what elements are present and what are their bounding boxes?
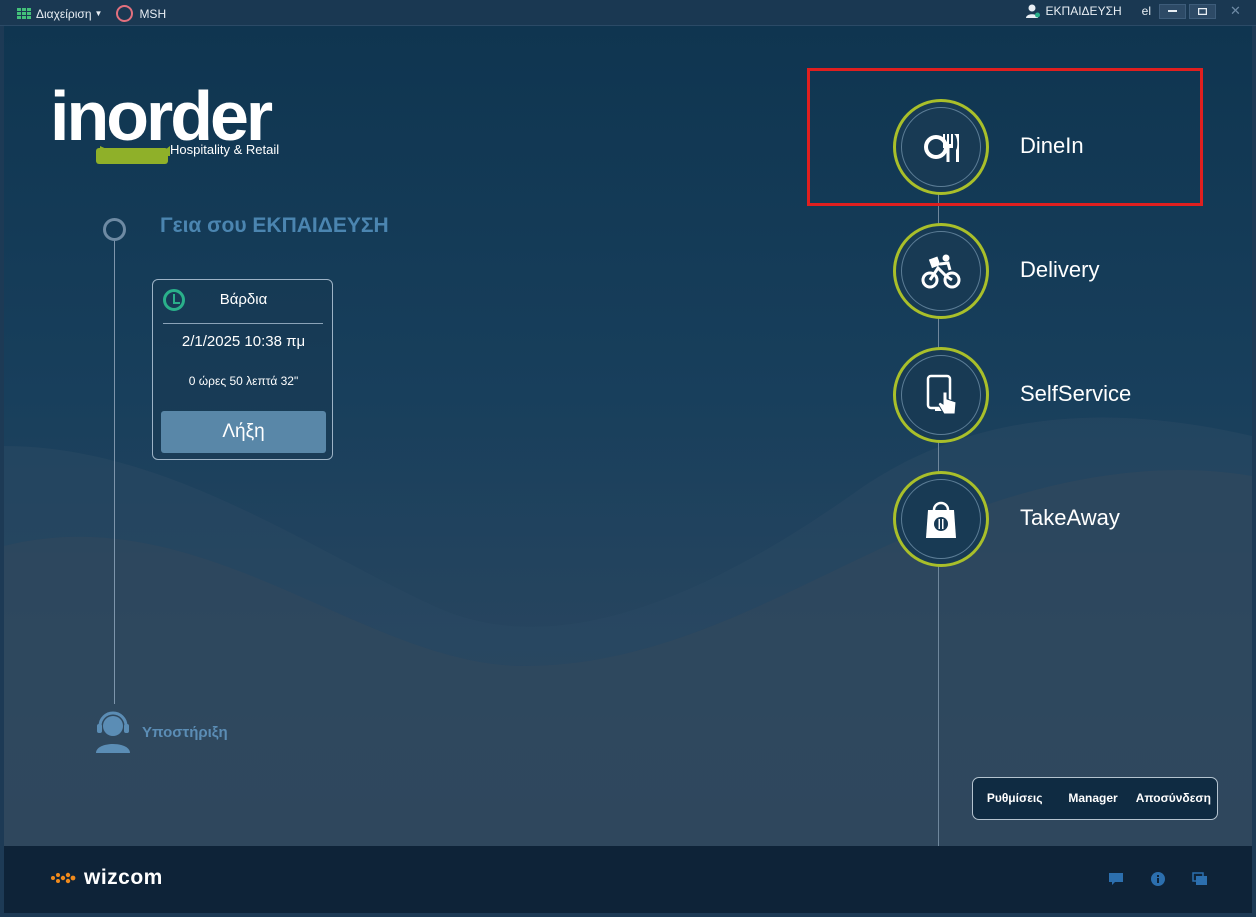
language-selector[interactable]: el [1142,4,1151,18]
shift-duration: 0 ώρες 50 λεπτά 32" [188,374,299,388]
minimize-icon [1168,9,1177,12]
grid-menu-icon[interactable] [17,7,31,20]
bottom-menu: Ρυθμίσεις Manager Αποσύνδεση [972,777,1218,820]
settings-button[interactable]: Ρυθμίσεις [973,777,1056,820]
shift-divider [163,323,323,324]
footer: wizcom [4,846,1252,913]
inorder-logo: inorder Hospitality & Retail [50,76,310,166]
minimize-button[interactable] [1159,3,1186,19]
title-bar-left: Διαχείριση ▼ MSH [17,5,166,22]
left-timeline-node [103,218,126,241]
windows-icon[interactable] [1192,872,1208,886]
left-timeline-line [114,239,115,704]
dinein-highlight-box [807,68,1203,206]
wizcom-brand-text: wizcom [84,866,163,889]
footer-icons [1082,871,1208,887]
mode-delivery[interactable]: Delivery [893,223,1193,319]
user-icon [1025,4,1040,18]
takeaway-bag-icon [926,501,956,538]
mode-selfservice-button[interactable] [893,347,989,443]
support-label[interactable]: Υποστήριξη [142,724,228,741]
mode-takeaway-button[interactable] [893,471,989,567]
wizcom-mark-icon [51,872,76,884]
admin-menu-label[interactable]: Διαχείριση [36,7,92,21]
end-shift-button[interactable]: Λήξη [161,411,326,453]
chat-icon[interactable] [1108,872,1124,886]
chevron-down-icon[interactable]: ▼ [95,9,103,18]
store-label[interactable]: MSH [139,7,166,21]
delivery-bike-icon [921,254,961,289]
support-headset-icon [96,711,130,753]
close-icon: ✕ [1230,3,1241,18]
shift-datetime: 2/1/2025 10:38 πμ [181,333,306,350]
mode-delivery-button[interactable] [893,223,989,319]
user-label[interactable]: ΕΚΠΑΙΔΕΥΣΗ [1046,4,1122,18]
logout-button[interactable]: Αποσύνδεση [1130,777,1217,820]
mode-takeaway-label[interactable]: TakeAway [1020,505,1120,531]
mode-selfservice[interactable]: SelfService [893,347,1193,443]
store-status-icon [116,5,134,22]
self-service-tablet-icon [926,374,957,415]
title-bar-right: ΕΚΠΑΙΔΕΥΣΗ el ✕ [1025,3,1256,19]
maximize-button[interactable] [1189,3,1216,19]
close-button[interactable]: ✕ [1219,3,1252,19]
main-area: inorder Hospitality & Retail Γεια σου ΕΚ… [4,26,1252,846]
info-icon[interactable] [1150,871,1166,887]
maximize-icon [1198,7,1207,15]
shift-card: Βάρδια 2/1/2025 10:38 πμ 0 ώρες 50 λεπτά… [152,279,333,460]
mode-takeaway[interactable]: TakeAway [893,471,1193,567]
greeting-text: Γεια σου ΕΚΠΑΙΔΕΥΣΗ [160,214,389,237]
mode-delivery-label[interactable]: Delivery [1020,257,1099,283]
logo-tagline: Hospitality & Retail [170,142,280,157]
mode-selfservice-label[interactable]: SelfService [1020,381,1131,407]
wizcom-logo: wizcom [50,866,163,890]
title-bar: Διαχείριση ▼ MSH ΕΚΠΑΙΔΕΥΣΗ el ✕ [0,0,1256,26]
support-link[interactable]: Υποστήριξη [94,711,228,753]
manager-button[interactable]: Manager [1056,777,1129,820]
shift-title: Βάρδια [219,291,268,308]
